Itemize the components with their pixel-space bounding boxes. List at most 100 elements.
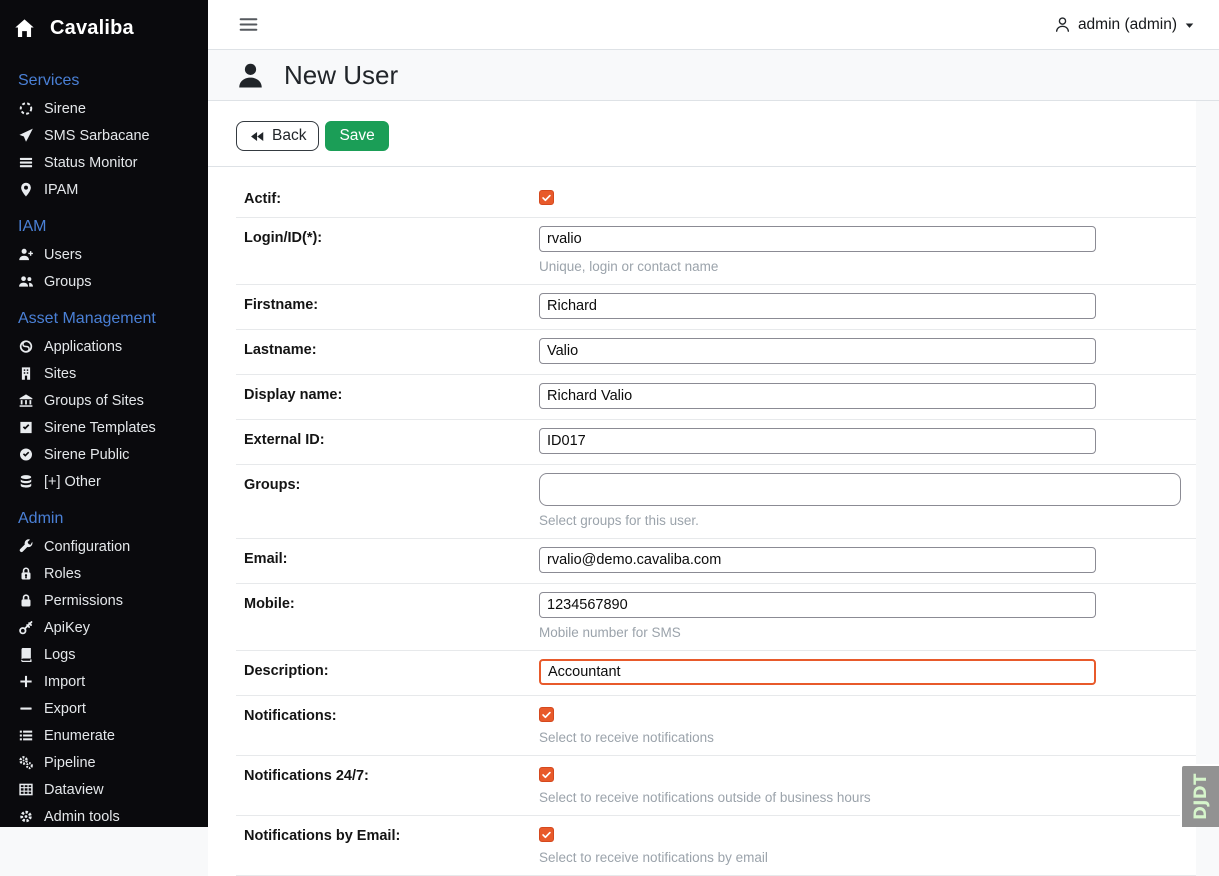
sidebar-item-sms-sarbacane[interactable]: SMS Sarbacane bbox=[18, 122, 202, 149]
sidebar-item-other[interactable]: [+] Other bbox=[18, 468, 202, 495]
section-title-asset-management: Asset Management bbox=[18, 310, 202, 328]
field-helper: Select to receive notifications outside … bbox=[539, 790, 1196, 805]
debug-toolbar-handle[interactable]: DJDT bbox=[1180, 764, 1219, 827]
groups-select[interactable] bbox=[539, 473, 1181, 506]
sidebar-item-label: Configuration bbox=[44, 539, 130, 555]
notifications-email-checkbox[interactable] bbox=[539, 827, 554, 842]
gear-icon bbox=[18, 809, 34, 824]
sidebar-item-label: Applications bbox=[44, 339, 122, 355]
button-toolbar: Back Save bbox=[208, 101, 1196, 167]
actif-checkbox[interactable] bbox=[539, 190, 554, 205]
notifications-checkbox[interactable] bbox=[539, 707, 554, 722]
sidebar-item-label: Sirene bbox=[44, 101, 86, 117]
field-label: Lastname: bbox=[244, 338, 539, 358]
check-icon bbox=[541, 709, 552, 720]
page-title: New User bbox=[284, 60, 398, 91]
firstname-input[interactable] bbox=[539, 293, 1096, 319]
sidebar-nav: Services Sirene SMS Sarbacane Status Mon… bbox=[0, 54, 208, 827]
login-id-input[interactable] bbox=[539, 226, 1096, 252]
person-outline-icon bbox=[1054, 16, 1071, 33]
brand-logo[interactable]: Cavaliba bbox=[0, 0, 208, 54]
book-icon bbox=[18, 647, 34, 662]
sidebar-item-sites[interactable]: Sites bbox=[18, 360, 202, 387]
field-helper: Select to receive notifications bbox=[539, 730, 1196, 745]
sidebar-item-dataview[interactable]: Dataview bbox=[18, 776, 202, 803]
field-label: External ID: bbox=[244, 428, 539, 448]
field-label: Notifications: bbox=[244, 704, 539, 724]
field-label: Actif: bbox=[244, 187, 539, 207]
lastname-input[interactable] bbox=[539, 338, 1096, 364]
sidebar-item-label: Enumerate bbox=[44, 728, 115, 744]
field-label: Notifications by Email: bbox=[244, 824, 539, 844]
circle-check-icon bbox=[18, 447, 34, 462]
museum-icon bbox=[18, 393, 34, 408]
sidebar-item-groups-of-sites[interactable]: Groups of Sites bbox=[18, 387, 202, 414]
key-icon bbox=[18, 620, 34, 635]
email-input[interactable] bbox=[539, 547, 1096, 573]
external-id-input[interactable] bbox=[539, 428, 1096, 454]
sidebar-item-applications[interactable]: Applications bbox=[18, 333, 202, 360]
field-label: Mobile: bbox=[244, 592, 539, 612]
description-input[interactable] bbox=[539, 659, 1096, 685]
sidebar-item-label: [+] Other bbox=[44, 474, 101, 490]
save-button[interactable]: Save bbox=[325, 121, 388, 151]
field-label: Display name: bbox=[244, 383, 539, 403]
sidebar-item-status-monitor[interactable]: Status Monitor bbox=[18, 149, 202, 176]
sidebar-item-logs[interactable]: Logs bbox=[18, 641, 202, 668]
sidebar-item-label: Import bbox=[44, 674, 85, 690]
sidebar-item-label: IPAM bbox=[44, 182, 78, 198]
sidebar-item-label: Users bbox=[44, 247, 82, 263]
section-title-services: Services bbox=[18, 72, 202, 90]
form-row-groups: Groups: Select groups for this user. bbox=[236, 465, 1196, 539]
user-lock-icon bbox=[18, 566, 34, 581]
field-label: Groups: bbox=[244, 473, 539, 493]
sidebar-item-sirene[interactable]: Sirene bbox=[18, 95, 202, 122]
notifications-247-checkbox[interactable] bbox=[539, 767, 554, 782]
sidebar-item-users[interactable]: Users bbox=[18, 241, 202, 268]
form-row-mobile: Mobile: Mobile number for SMS bbox=[236, 584, 1196, 651]
map-pin-icon bbox=[18, 182, 34, 197]
field-label: Login/ID(*): bbox=[244, 226, 539, 246]
form-row-description: Description: bbox=[236, 651, 1196, 696]
sidebar-item-groups[interactable]: Groups bbox=[18, 268, 202, 295]
topbar: admin (admin) bbox=[208, 0, 1219, 50]
sidebar-item-sirene-public[interactable]: Sirene Public bbox=[18, 441, 202, 468]
new-user-form: Actif: Login/ID(*): Unique, login or con… bbox=[208, 167, 1196, 876]
hamburger-icon[interactable] bbox=[238, 14, 259, 35]
sidebar-item-admin-tools[interactable]: Admin tools bbox=[18, 803, 202, 827]
mobile-input[interactable] bbox=[539, 592, 1096, 618]
sidebar-item-label: Groups of Sites bbox=[44, 393, 144, 409]
sidebar-item-label: Roles bbox=[44, 566, 81, 582]
user-menu-dropdown[interactable]: admin (admin) bbox=[1054, 16, 1195, 34]
sidebar-item-export[interactable]: Export bbox=[18, 695, 202, 722]
sidebar-item-roles[interactable]: Roles bbox=[18, 560, 202, 587]
sidebar-item-label: Pipeline bbox=[44, 755, 96, 771]
field-label: Notifications 24/7: bbox=[244, 764, 539, 784]
check-icon bbox=[541, 192, 552, 203]
field-helper: Unique, login or contact name bbox=[539, 259, 1196, 274]
field-helper: Select groups for this user. bbox=[539, 513, 1196, 528]
debug-toolbar-label: DJDT bbox=[1191, 773, 1210, 820]
sidebar-item-pipeline[interactable]: Pipeline bbox=[18, 749, 202, 776]
check-icon bbox=[541, 829, 552, 840]
sidebar-item-configuration[interactable]: Configuration bbox=[18, 533, 202, 560]
sidebar-item-label: Admin tools bbox=[44, 809, 120, 825]
sidebar-item-label: Logs bbox=[44, 647, 75, 663]
sidebar-item-enumerate[interactable]: Enumerate bbox=[18, 722, 202, 749]
save-button-label: Save bbox=[339, 127, 374, 145]
form-row-lastname: Lastname: bbox=[236, 330, 1196, 375]
sidebar-item-label: Sites bbox=[44, 366, 76, 382]
sidebar: Cavaliba Services Sirene SMS Sarbacane S… bbox=[0, 0, 208, 827]
sidebar-item-label: Permissions bbox=[44, 593, 123, 609]
users-icon bbox=[18, 274, 34, 289]
check-icon bbox=[541, 769, 552, 780]
display-name-input[interactable] bbox=[539, 383, 1096, 409]
sidebar-item-sirene-templates[interactable]: Sirene Templates bbox=[18, 414, 202, 441]
sidebar-item-apikey[interactable]: ApiKey bbox=[18, 614, 202, 641]
back-button[interactable]: Back bbox=[236, 121, 319, 151]
sidebar-item-ipam[interactable]: IPAM bbox=[18, 176, 202, 203]
rewind-icon bbox=[249, 129, 264, 144]
sidebar-item-label: Dataview bbox=[44, 782, 104, 798]
sidebar-item-import[interactable]: Import bbox=[18, 668, 202, 695]
sidebar-item-permissions[interactable]: Permissions bbox=[18, 587, 202, 614]
